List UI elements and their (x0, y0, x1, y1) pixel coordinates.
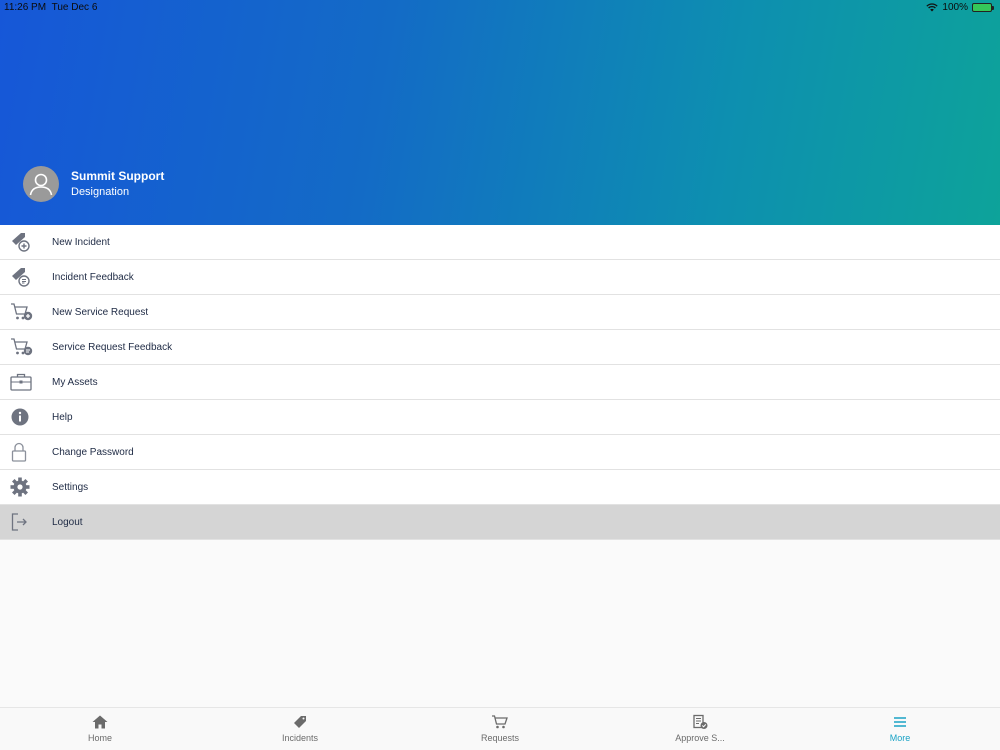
tab-label: Approve S... (675, 733, 725, 743)
menu-label: Settings (52, 481, 89, 493)
side-menu: New Incident Incident Feedback New Servi… (0, 225, 1000, 540)
tab-bar: Home Incidents Requests Approve S... Mor… (0, 707, 1000, 750)
menu-item-change-password[interactable]: Change Password (0, 435, 1000, 470)
tab-approve[interactable]: Approve S... (600, 708, 800, 750)
menu-item-incident-feedback[interactable]: Incident Feedback (0, 260, 1000, 295)
ticket-icon (294, 716, 306, 728)
profile-designation: Designation (71, 186, 130, 198)
tab-more[interactable]: More (800, 708, 1000, 750)
menu-item-settings[interactable]: Settings (0, 470, 1000, 505)
menu-item-logout[interactable]: Logout (0, 505, 1000, 540)
menu-item-my-assets[interactable]: My Assets (0, 365, 1000, 400)
menu-item-new-service-request[interactable]: New Service Request (0, 295, 1000, 330)
menu-label: Service Request Feedback (52, 341, 173, 353)
logout-icon (11, 513, 27, 531)
menu-item-help[interactable]: Help (0, 400, 1000, 435)
status-time: 11:26 PM Tue Dec 6 (4, 2, 98, 13)
cart-icon (492, 715, 508, 729)
tab-incidents[interactable]: Incidents (200, 708, 400, 750)
profile-name: Summit Support (71, 169, 165, 183)
briefcase-icon (10, 373, 32, 391)
home-icon (92, 715, 108, 729)
battery-percent: 100% (942, 2, 968, 13)
menu-icon (894, 717, 906, 727)
cart-add-icon (11, 303, 33, 321)
menu-label: Logout (52, 516, 83, 528)
user-icon (29, 173, 53, 196)
cart-feedback-icon (11, 338, 33, 356)
menu-label: Help (52, 411, 73, 423)
tab-label: Incidents (281, 733, 319, 743)
avatar (23, 166, 59, 202)
approve-icon (693, 714, 708, 729)
menu-label: Incident Feedback (52, 271, 134, 283)
menu-item-new-incident[interactable]: New Incident (0, 225, 1000, 260)
menu-label: New Service Request (52, 306, 149, 318)
tab-requests[interactable]: Requests (400, 708, 600, 750)
wifi-icon (926, 3, 939, 12)
incident-add-icon (12, 233, 30, 252)
gear-icon (10, 477, 30, 497)
menu-label: Change Password (52, 446, 134, 458)
tab-home[interactable]: Home (0, 708, 200, 750)
incident-feedback-icon (12, 268, 30, 287)
status-right: 100% (926, 2, 994, 13)
lock-icon (11, 442, 27, 462)
user-profile: Summit Support Designation (23, 166, 164, 202)
profile-header: 11:26 PM Tue Dec 6 100% Summit Support D… (0, 0, 1000, 225)
battery-icon (972, 3, 994, 12)
menu-label: My Assets (52, 376, 98, 388)
tab-label: Home (87, 733, 112, 743)
status-bar: 11:26 PM Tue Dec 6 100% (0, 0, 1000, 16)
tab-label: More (889, 733, 911, 743)
menu-item-service-request-feedback[interactable]: Service Request Feedback (0, 330, 1000, 365)
menu-label: New Incident (52, 236, 110, 248)
info-icon (11, 408, 29, 426)
tab-label: Requests (480, 733, 520, 743)
